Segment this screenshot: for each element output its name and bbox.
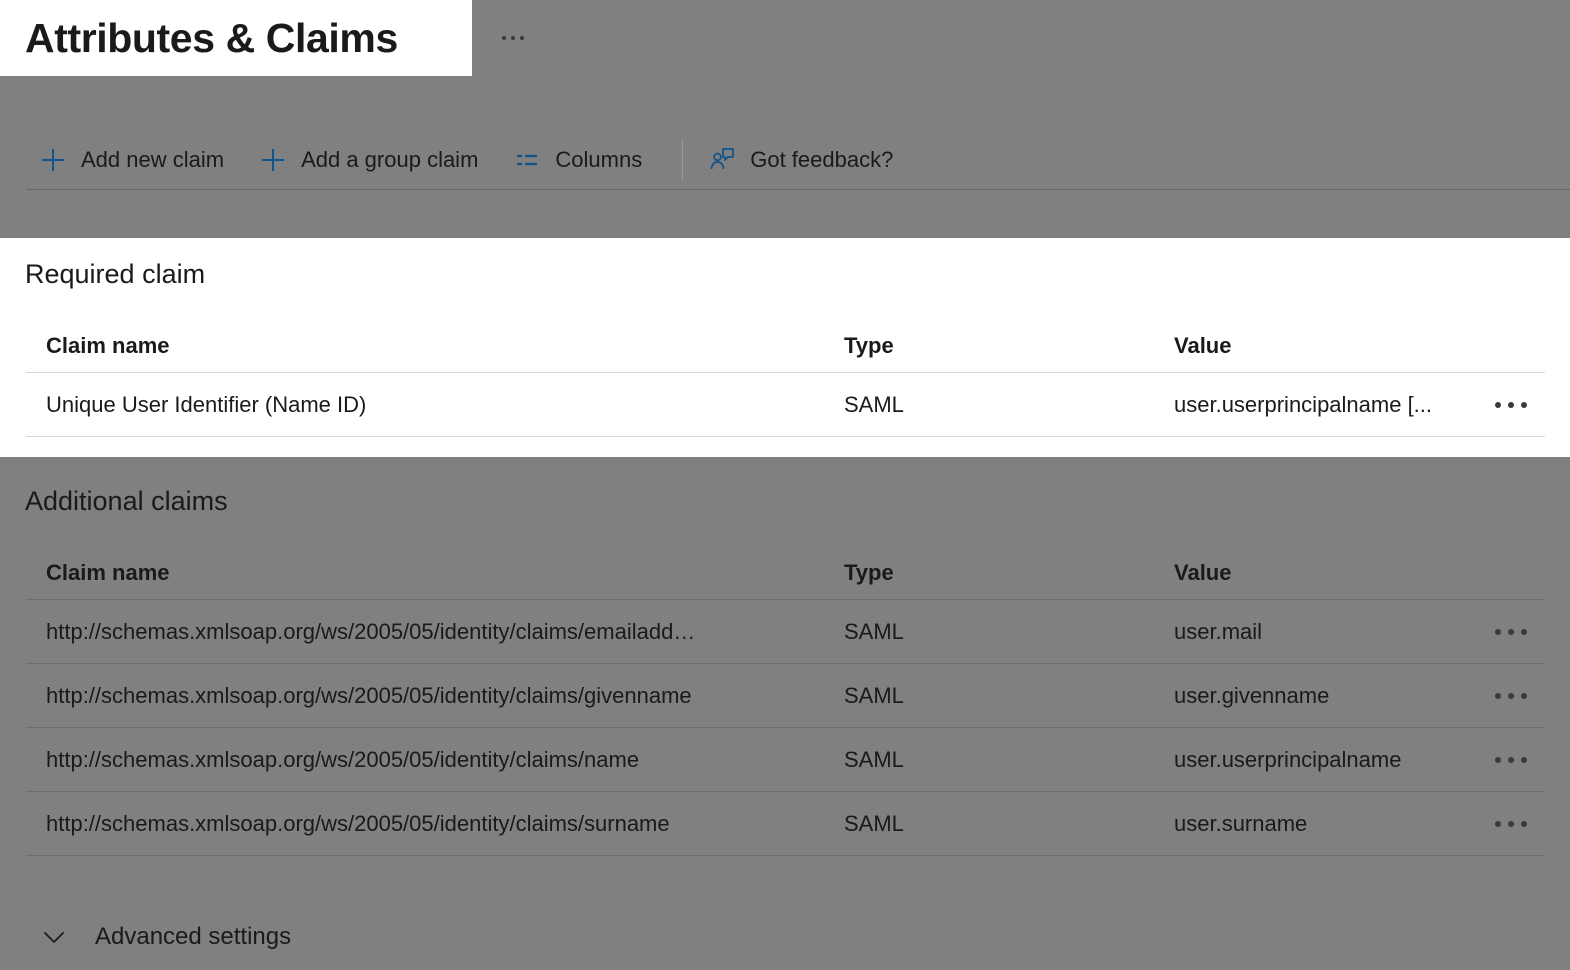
ellipsis-dot-icon [1508,402,1514,408]
chevron-down-icon [40,923,68,951]
cell-type: SAML [844,619,1174,645]
column-header-claim-name: Claim name [26,560,844,586]
cell-value: user.mail [1174,619,1484,645]
ellipsis-dot-icon [1521,757,1527,763]
feedback-person-icon [709,147,735,173]
additional-claims-heading: Additional claims [25,485,228,517]
ellipsis-dot-icon [1508,693,1514,699]
ellipsis-dot-icon [1521,821,1527,827]
column-header-value: Value [1174,560,1484,586]
command-bar: Add new claim Add a group claim Columns … [0,130,1570,190]
cell-claim-name: http://schemas.xmlsoap.org/ws/2005/05/id… [26,619,844,645]
add-new-claim-button[interactable]: Add new claim [40,137,238,183]
cell-claim-name: http://schemas.xmlsoap.org/ws/2005/05/id… [26,683,844,709]
cell-claim-name: Unique User Identifier (Name ID) [26,392,844,418]
ellipsis-dot-icon [1521,629,1527,635]
got-feedback-button[interactable]: Got feedback? [709,137,907,183]
ellipsis-dot-icon [1495,693,1501,699]
cell-claim-name: http://schemas.xmlsoap.org/ws/2005/05/id… [26,747,844,773]
table-row[interactable]: http://schemas.xmlsoap.org/ws/2005/05/id… [26,728,1545,792]
ellipsis-dot-icon [1508,757,1514,763]
ellipsis-dot-icon [1495,629,1501,635]
add-group-claim-button[interactable]: Add a group claim [260,137,492,183]
required-claim-table: Claim name Type Value Unique User Identi… [26,319,1545,437]
column-header-claim-name: Claim name [26,333,844,359]
toolbar-separator [682,140,683,180]
column-header-type: Type [844,560,1174,586]
cell-type: SAML [844,392,1174,418]
table-row[interactable]: http://schemas.xmlsoap.org/ws/2005/05/id… [26,600,1545,664]
advanced-settings-label: Advanced settings [95,923,291,951]
row-context-menu-button[interactable] [1491,615,1531,649]
ellipsis-dot-icon [1508,821,1514,827]
cell-value: user.userprincipalname [1174,747,1484,773]
add-group-claim-label: Add a group claim [301,147,478,173]
ellipsis-dot-icon [502,36,506,40]
table-row[interactable]: http://schemas.xmlsoap.org/ws/2005/05/id… [26,664,1545,728]
page-more-menu-button[interactable] [496,18,530,58]
required-claim-heading: Required claim [25,258,205,290]
table-row[interactable]: Unique User Identifier (Name ID) SAML us… [26,373,1545,437]
ellipsis-dot-icon [1495,402,1501,408]
column-header-value: Value [1174,333,1484,359]
ellipsis-dot-icon [1508,629,1514,635]
cell-type: SAML [844,811,1174,837]
ellipsis-dot-icon [1521,402,1527,408]
ellipsis-dot-icon [1495,821,1501,827]
columns-label: Columns [555,147,642,173]
page-body: Add new claim Add a group claim Columns … [0,76,1570,970]
cell-type: SAML [844,747,1174,773]
row-context-menu-button[interactable] [1491,388,1531,422]
add-new-claim-label: Add new claim [81,147,224,173]
page-title: Attributes & Claims [25,9,398,67]
ellipsis-dot-icon [1495,757,1501,763]
row-context-menu-button[interactable] [1491,807,1531,841]
cell-type: SAML [844,683,1174,709]
row-context-menu-button[interactable] [1491,679,1531,713]
column-header-type: Type [844,333,1174,359]
ellipsis-dot-icon [520,36,524,40]
plus-icon [260,147,286,173]
cell-value: user.givenname [1174,683,1484,709]
advanced-settings-toggle[interactable]: Advanced settings [40,915,291,959]
additional-claims-table: Claim name Type Value http://schemas.xml… [26,546,1545,856]
got-feedback-label: Got feedback? [750,147,893,173]
columns-icon [514,147,540,173]
plus-icon [40,147,66,173]
table-header-row: Claim name Type Value [26,319,1545,373]
ellipsis-dot-icon [511,36,515,40]
row-context-menu-button[interactable] [1491,743,1531,777]
ellipsis-dot-icon [1521,693,1527,699]
table-header-row: Claim name Type Value [26,546,1545,600]
table-row[interactable]: http://schemas.xmlsoap.org/ws/2005/05/id… [26,792,1545,856]
cell-value: user.surname [1174,811,1484,837]
cell-claim-name: http://schemas.xmlsoap.org/ws/2005/05/id… [26,811,844,837]
cell-value: user.userprincipalname [... [1174,392,1484,418]
title-bar: Attributes & Claims [0,0,1570,76]
columns-button[interactable]: Columns [514,137,656,183]
command-bar-divider [26,189,1570,190]
